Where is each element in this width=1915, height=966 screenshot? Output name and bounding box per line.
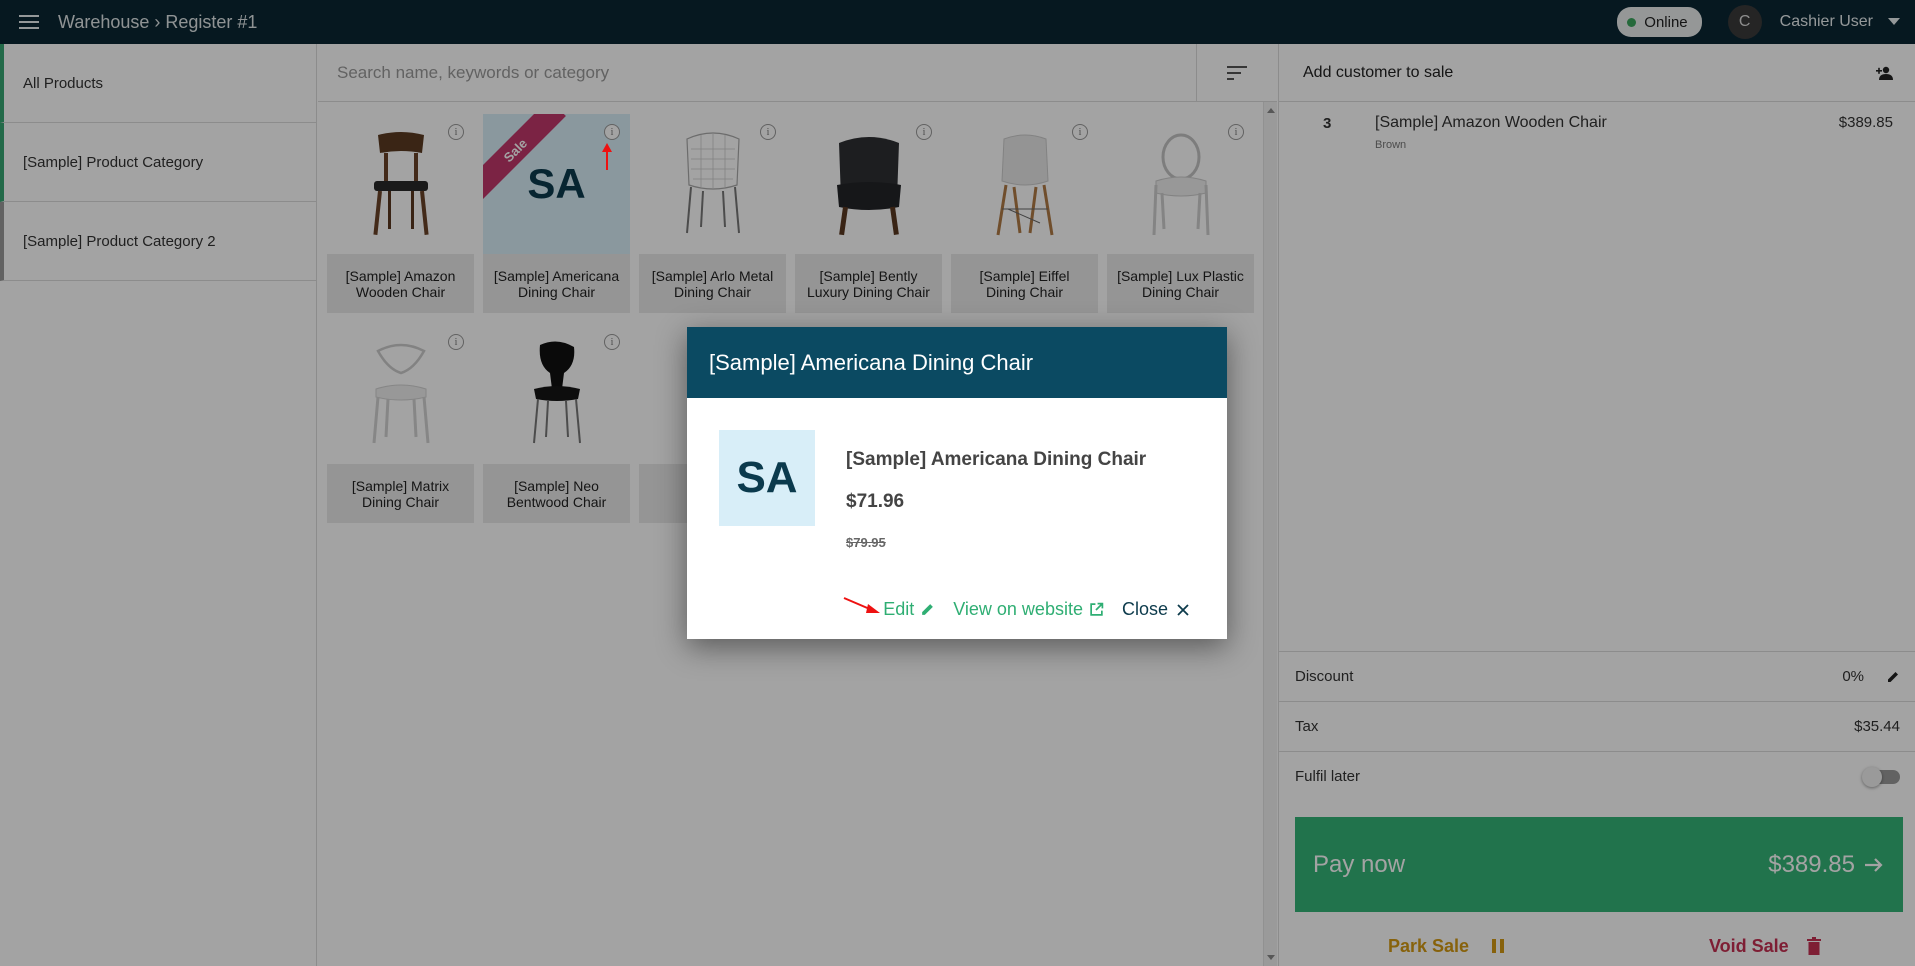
close-button[interactable]: Close	[1122, 599, 1189, 620]
product-dialog: [Sample] Americana Dining Chair SA [Samp…	[687, 327, 1227, 639]
dialog-product-thumb: SA	[719, 430, 815, 526]
view-on-website-link[interactable]: View on website	[953, 599, 1104, 620]
dialog-thumb-text: SA	[736, 453, 798, 502]
external-link-icon	[1090, 602, 1104, 616]
close-icon	[1177, 603, 1189, 616]
edit-button[interactable]: Edit	[883, 599, 935, 620]
dialog-actions: Edit View on website Close	[865, 599, 1189, 620]
dialog-original-price: $79.95	[846, 535, 886, 550]
dialog-title: [Sample] Americana Dining Chair	[687, 327, 1227, 398]
pencil-icon	[922, 604, 934, 615]
dialog-product-name: [Sample] Americana Dining Chair	[846, 449, 1147, 470]
dialog-product-price: $71.96	[846, 491, 905, 512]
close-label: Close	[1121, 599, 1168, 619]
view-on-website-label: View on website	[953, 599, 1083, 619]
edit-label: Edit	[883, 599, 915, 619]
